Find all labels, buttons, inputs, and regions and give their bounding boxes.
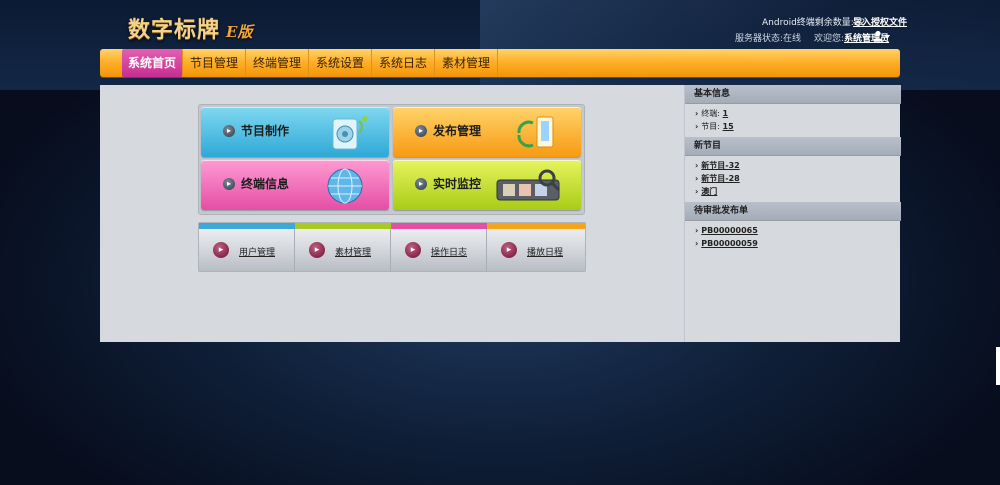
nav-system-settings[interactable]: 系统设置 <box>309 49 372 77</box>
terminal-count-value[interactable]: 1 <box>723 109 729 118</box>
quick-links-bar: ▸ 用户管理 ▸ 素材管理 ▸ 操作日志 ▸ 播放日程 <box>198 222 586 272</box>
new-programs-header: 新节目 <box>685 137 901 156</box>
pending-approvals-header: 待审批发布单 <box>685 202 901 221</box>
quick-link-label: 操作日志 <box>431 248 468 258</box>
main-navigation: 系统首页 节目管理 终端管理 系统设置 系统日志 素材管理 <box>100 49 900 77</box>
info-sidebar: 基本信息 › 终端: 1 › 节目: 15 新节目 › 新节目-32 › 新节目-28 … <box>684 85 901 342</box>
nav-terminal-management[interactable]: 终端管理 <box>246 49 309 77</box>
speaker-icon <box>332 116 368 150</box>
new-programs-list: › 新节目-32 › 新节目-28 › 澳门 <box>685 156 901 202</box>
publish-icon <box>517 116 554 148</box>
tile-label: 节目制作 <box>241 124 290 138</box>
main-content: ▸ 节目制作 ▸ 发布管理 ▸ 终端信息 ▸ 实时监控 ▸ 用户管理 ▸ 素材管… <box>100 85 901 342</box>
basic-info-header: 基本信息 <box>685 85 901 104</box>
remaining-label: Android终端剩余数量: <box>762 18 854 28</box>
arrow-icon: ▸ <box>415 178 427 190</box>
nav-material-management[interactable]: 素材管理 <box>435 49 498 77</box>
tile-terminal-info[interactable]: ▸ 终端信息 <box>201 160 389 210</box>
welcome-label: 欢迎您: <box>813 34 844 44</box>
arrow-circle-icon: ▸ <box>405 242 421 258</box>
new-program-link: 澳门 <box>701 187 718 196</box>
basic-info-body: › 终端: 1 › 节目: 15 <box>685 104 901 137</box>
arrow-icon: ▸ <box>415 125 427 137</box>
monitor-icon <box>496 169 561 201</box>
server-status-label: 服务器状态: <box>735 34 784 44</box>
chevron-right-icon: › <box>695 239 699 248</box>
tile-publish-management[interactable]: ▸ 发布管理 <box>393 107 581 157</box>
status-line: 服务器状态:在线 欢迎您:系统管理员 <box>735 31 889 44</box>
program-count-row: › 节目: 15 <box>695 120 901 133</box>
program-count-value[interactable]: 15 <box>723 122 734 131</box>
logo-edition-text: E版 <box>226 23 253 41</box>
tile-realtime-monitor[interactable]: ▸ 实时监控 <box>393 160 581 210</box>
chevron-right-icon: › <box>695 161 699 170</box>
nav-system-log[interactable]: 系统日志 <box>372 49 435 77</box>
pending-item[interactable]: › PB00000059 <box>695 237 901 250</box>
quick-link-label: 素材管理 <box>335 248 372 258</box>
new-program-link: 新节目-28 <box>701 174 740 183</box>
tile-program-production[interactable]: ▸ 节目制作 <box>201 107 389 157</box>
arrow-circle-icon: ▸ <box>501 242 517 258</box>
arrow-icon: ▸ <box>223 178 235 190</box>
globe-icon <box>327 168 363 204</box>
chevron-right-icon: › <box>695 109 699 118</box>
scroll-edge <box>996 347 1000 385</box>
feature-tiles: ▸ 节目制作 ▸ 发布管理 ▸ 终端信息 ▸ 实时监控 <box>198 104 585 215</box>
arrow-circle-icon: ▸ <box>213 242 229 258</box>
terminal-count-label: 终端: <box>701 109 720 118</box>
chevron-right-icon: › <box>695 187 699 196</box>
quick-link-user-management[interactable]: ▸ 用户管理 <box>199 229 295 271</box>
pending-link: PB00000059 <box>701 239 758 248</box>
arrow-icon: ▸ <box>223 125 235 137</box>
terminal-remaining: Android终端剩余数量:22 <box>762 15 865 28</box>
app-logo: 数字标牌 E版 <box>128 12 252 44</box>
tile-label: 发布管理 <box>433 124 482 138</box>
chevron-right-icon: › <box>695 226 699 235</box>
chevron-right-icon: › <box>695 122 699 131</box>
terminal-count-row: › 终端: 1 <box>695 107 901 120</box>
new-program-item[interactable]: › 新节目-32 <box>695 159 901 172</box>
tile-label: 实时监控 <box>433 177 482 191</box>
pending-link: PB00000065 <box>701 226 758 235</box>
nav-home[interactable]: 系统首页 <box>122 49 183 77</box>
chevron-right-icon: › <box>695 174 699 183</box>
tile-label: 终端信息 <box>241 177 290 191</box>
user-menu-button[interactable] <box>873 30 891 45</box>
user-icon <box>873 30 890 41</box>
program-count-label: 节目: <box>701 122 720 131</box>
import-license-link[interactable]: 导入授权文件 <box>853 15 907 28</box>
quick-link-play-schedule[interactable]: ▸ 播放日程 <box>487 229 582 271</box>
quick-link-label: 用户管理 <box>239 248 276 258</box>
arrow-circle-icon: ▸ <box>309 242 325 258</box>
pending-item[interactable]: › PB00000065 <box>695 224 901 237</box>
new-program-item[interactable]: › 新节目-28 <box>695 172 901 185</box>
chevron-down-icon <box>884 35 890 39</box>
pending-approvals-list: › PB00000065 › PB00000059 <box>685 221 901 254</box>
new-program-item[interactable]: › 澳门 <box>695 185 901 198</box>
nav-program-management[interactable]: 节目管理 <box>183 49 246 77</box>
quick-link-material-management[interactable]: ▸ 素材管理 <box>295 229 391 271</box>
logo-main-text: 数字标牌 <box>128 17 221 43</box>
new-program-link: 新节目-32 <box>701 161 740 170</box>
server-status-value: 在线 <box>783 34 802 44</box>
quick-link-operation-log[interactable]: ▸ 操作日志 <box>391 229 487 271</box>
quick-link-label: 播放日程 <box>527 248 564 258</box>
